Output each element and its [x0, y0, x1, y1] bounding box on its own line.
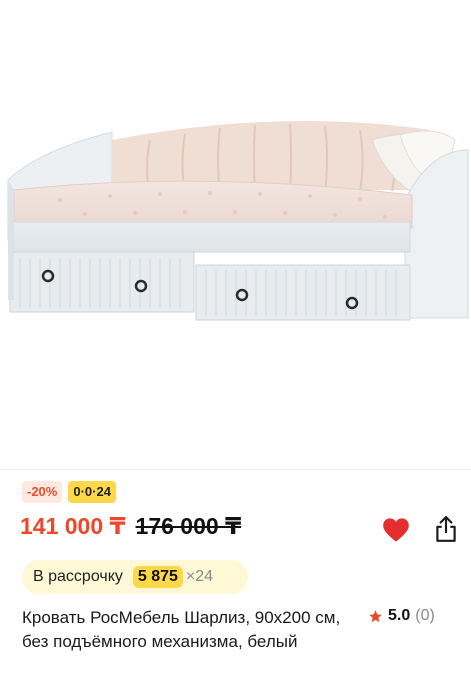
discount-badge: -20%	[22, 481, 63, 503]
installment-offer[interactable]: В рассрочку 5 875 ×24	[22, 560, 248, 594]
bed-illustration	[7, 121, 469, 321]
installment-label: В рассрочку	[33, 568, 123, 585]
rating-value: 5.0	[388, 607, 411, 624]
product-title[interactable]: Кровать РосМебель Шарлиз, 90х200 см, без…	[22, 606, 342, 654]
favorite-button[interactable]	[380, 514, 412, 546]
rating-count: (0)	[415, 607, 435, 624]
share-button[interactable]	[430, 513, 462, 545]
product-image[interactable]	[0, 0, 471, 470]
share-icon	[436, 516, 456, 542]
installment-amount: 5 875	[132, 566, 183, 588]
star-icon	[369, 609, 382, 622]
rating[interactable]: 5.0 (0)	[368, 607, 435, 625]
heart-icon	[383, 518, 409, 542]
price-row: 141 000 ₸ 176 000 ₸	[20, 513, 241, 547]
old-price: 176 000 ₸	[135, 513, 242, 539]
badge-row: -20% 0·0·24	[22, 481, 116, 503]
current-price: 141 000 ₸	[20, 513, 126, 539]
section-divider	[0, 469, 471, 470]
installment-badge: 0·0·24	[68, 481, 116, 503]
installment-multiplier: ×24	[185, 568, 214, 585]
